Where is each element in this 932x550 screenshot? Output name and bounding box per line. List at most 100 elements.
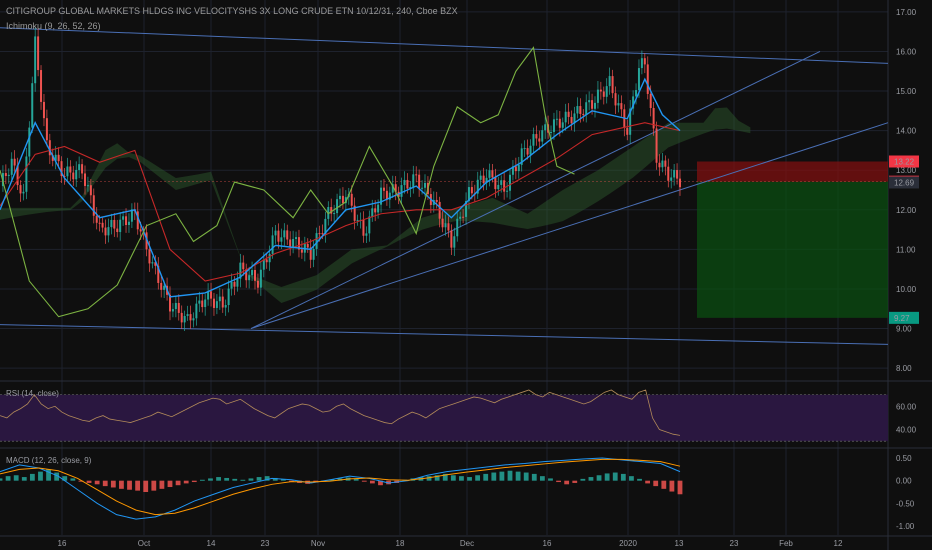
candle-body: [415, 174, 418, 176]
candle-body: [201, 300, 204, 308]
candle-body: [620, 103, 623, 110]
candle-body: [591, 100, 594, 109]
macd-histogram-bar: [548, 478, 553, 481]
price-tick-label: 12.00: [896, 206, 917, 215]
candle-body: [189, 314, 192, 321]
candle-body: [42, 101, 45, 119]
candle-body: [69, 166, 72, 173]
macd-histogram-bar: [5, 476, 11, 481]
candle-body: [617, 103, 620, 106]
macd-histogram-bar: [361, 480, 367, 482]
candle-body: [646, 64, 649, 94]
macd-histogram-bar: [232, 478, 238, 481]
macd-histogram-bar: [248, 478, 254, 481]
candle-body: [649, 93, 652, 109]
candle-body: [180, 312, 183, 323]
candle-body: [602, 91, 605, 97]
candle-body: [470, 187, 473, 194]
candle-body: [626, 127, 629, 135]
candle-body: [523, 148, 526, 150]
macd-histogram-bar: [645, 480, 651, 484]
price-badge-label: 13.22: [894, 158, 915, 167]
candle-body: [371, 208, 374, 217]
candle-body: [148, 249, 151, 264]
candle-body: [262, 259, 265, 270]
price-badge-label: 12.69: [894, 178, 915, 187]
macd-histogram-bar: [531, 473, 537, 481]
x-tick-label: 16: [543, 539, 552, 548]
candle-body: [561, 122, 564, 128]
candle-body: [567, 111, 570, 117]
candle-body: [125, 216, 128, 226]
candle-body: [585, 102, 588, 115]
macd-histogram-bar: [119, 480, 124, 489]
candle-body: [374, 208, 377, 213]
macd-histogram-bar: [208, 478, 213, 481]
macd-histogram-bar: [240, 479, 246, 481]
macd-histogram-bar: [94, 480, 100, 485]
candle-body: [7, 174, 10, 176]
candle-body: [86, 185, 89, 187]
candle-body: [514, 166, 517, 172]
candle-body: [356, 219, 359, 221]
candle-body: [254, 270, 256, 281]
macd-tick-label: -0.50: [896, 499, 915, 508]
macd-histogram-bar: [224, 477, 230, 481]
price-tick-label: 10.00: [896, 285, 917, 294]
candle-body: [673, 170, 676, 178]
candle-body: [538, 138, 541, 142]
x-tick-label: Oct: [138, 539, 151, 548]
candle-body: [552, 119, 555, 132]
candle-body: [277, 230, 280, 242]
trading-chart[interactable]: 16 Oct 14 23 Nov 18 Dec 16 2020 13 23 Feb 12 17.00 16.…: [0, 0, 932, 550]
macd-histogram-bar: [483, 473, 489, 481]
macd-histogram-bar: [199, 479, 205, 481]
candle-body: [635, 90, 638, 97]
candle-body: [224, 305, 227, 308]
candle-body: [318, 233, 321, 235]
macd-histogram-bar: [620, 473, 626, 481]
candle-body: [163, 285, 166, 290]
price-badge-label: 9.27: [894, 314, 910, 323]
candle-body: [292, 238, 295, 248]
candle-body: [113, 219, 116, 229]
candle-body: [459, 216, 462, 219]
candle-body: [488, 170, 491, 178]
candle-body: [336, 199, 339, 214]
candle-body: [462, 216, 465, 218]
candle-body: [242, 262, 245, 270]
macd-histogram-bar: [580, 478, 586, 481]
candle-body: [456, 218, 459, 237]
macd-histogram-bar: [175, 480, 181, 486]
macd-histogram-bar: [596, 475, 602, 481]
candle-body: [406, 179, 409, 189]
macd-histogram-bar: [21, 477, 27, 481]
candle-body: [198, 300, 201, 304]
candle-body: [529, 145, 532, 155]
candle-body: [89, 185, 92, 196]
candle-body: [350, 193, 353, 206]
x-tick-label: 23: [261, 539, 270, 548]
candle-body: [506, 190, 509, 192]
candle-body: [637, 68, 640, 91]
candle-body: [368, 216, 371, 234]
candle-body: [221, 296, 224, 308]
candle-body: [658, 162, 661, 168]
x-tick-label: 2020: [619, 539, 637, 548]
candle-body: [365, 233, 368, 236]
macd-histogram-bar: [604, 473, 610, 481]
candle-body: [661, 160, 664, 168]
candle-body: [555, 118, 558, 120]
candle-body: [339, 195, 341, 200]
candle-body: [25, 156, 28, 192]
candle-body: [259, 269, 262, 288]
candle-body: [541, 130, 544, 142]
macd-histogram-bar: [127, 480, 132, 490]
candle-body: [535, 134, 538, 139]
candle-body: [576, 106, 579, 114]
candle-body: [192, 318, 195, 321]
macd-histogram-bar: [637, 478, 642, 481]
candle-body: [78, 164, 81, 170]
price-tick-label: 9.00: [896, 325, 912, 334]
candle-body: [204, 299, 207, 308]
